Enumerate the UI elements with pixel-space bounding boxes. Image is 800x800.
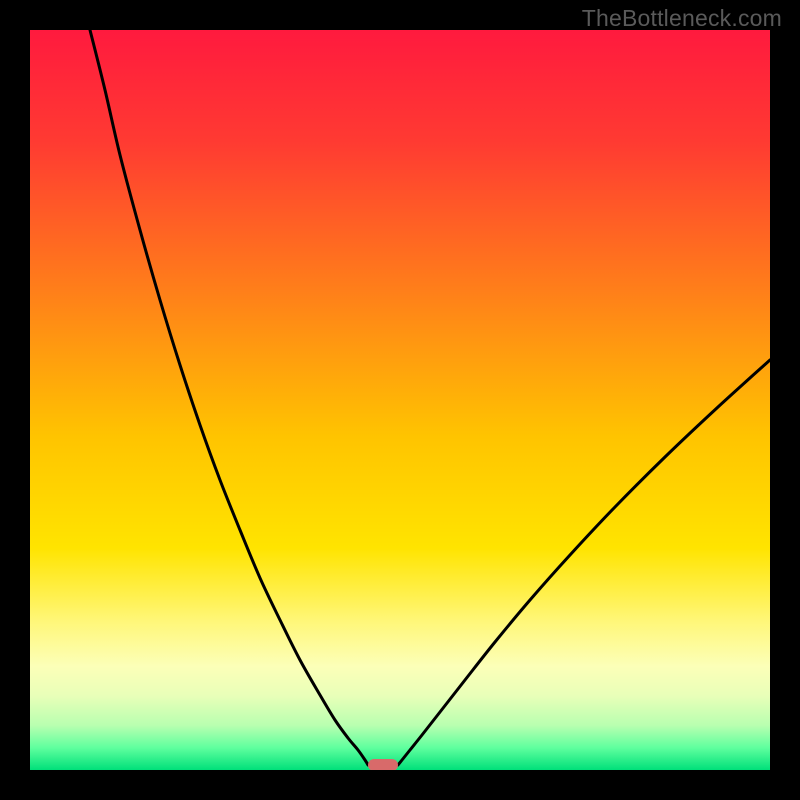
- chart-svg: [30, 30, 770, 770]
- watermark-text: TheBottleneck.com: [582, 5, 782, 32]
- minimum-marker: [368, 759, 398, 770]
- chart-frame: TheBottleneck.com: [0, 0, 800, 800]
- gradient-background: [30, 30, 770, 770]
- plot-area: [30, 30, 770, 770]
